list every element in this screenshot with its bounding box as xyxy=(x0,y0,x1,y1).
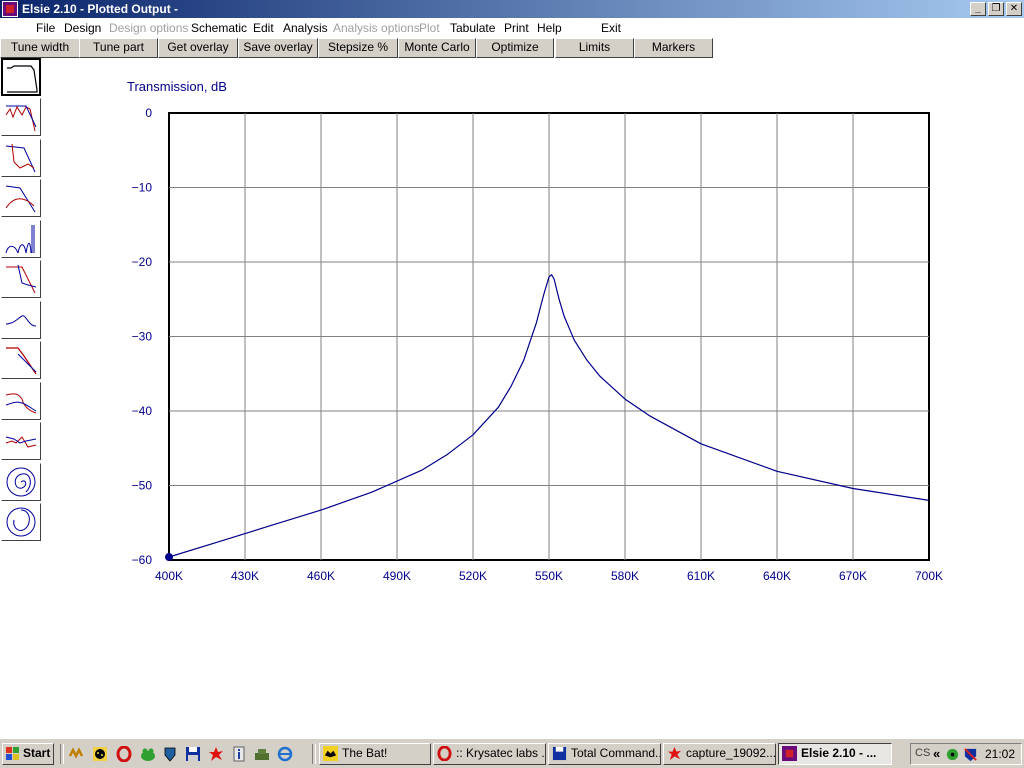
task-elsie[interactable]: Elsie 2.10 - ... xyxy=(778,743,892,765)
splash-icon[interactable] xyxy=(208,746,224,762)
task-total-commander[interactable]: Total Command... xyxy=(548,743,661,765)
task-capture[interactable]: capture_19092... xyxy=(663,743,776,765)
tray-expand-icon[interactable]: « xyxy=(933,746,940,761)
network-shield-icon[interactable] xyxy=(963,747,978,762)
floppy-icon xyxy=(552,746,567,761)
start-label: Start xyxy=(23,746,51,760)
task-label: capture_19092... xyxy=(686,746,776,760)
x-tick-label: 400K xyxy=(155,569,183,583)
task-label: Total Command... xyxy=(571,746,661,760)
x-tick-label: 580K xyxy=(611,569,639,583)
x-tick-label: 550K xyxy=(535,569,563,583)
virus-scanner-icon[interactable] xyxy=(945,747,960,762)
x-tick-label: 610K xyxy=(687,569,715,583)
y-tick-label: −40 xyxy=(132,404,153,418)
frog-icon[interactable] xyxy=(140,746,156,762)
taskbar-separator xyxy=(312,744,316,764)
thebat-icon xyxy=(323,746,338,761)
floppy-icon[interactable] xyxy=(185,746,201,762)
task-label: Elsie 2.10 - ... xyxy=(801,746,877,760)
task-thebat[interactable]: The Bat! xyxy=(319,743,431,765)
splash-icon xyxy=(667,746,682,761)
taskbar-separator xyxy=(60,744,64,764)
x-tick-label: 700K xyxy=(915,569,943,583)
marker-point[interactable] xyxy=(165,553,173,562)
y-tick-label: −20 xyxy=(132,255,153,269)
shield-icon[interactable] xyxy=(162,746,178,762)
chart-title: Transmission, dB xyxy=(127,79,227,94)
start-button[interactable]: Start xyxy=(2,743,54,765)
winamp-icon[interactable] xyxy=(69,746,85,762)
y-tick-label: −10 xyxy=(132,181,153,195)
x-tick-label: 520K xyxy=(459,569,487,583)
y-tick-label: 0 xyxy=(145,106,152,120)
ie-icon[interactable] xyxy=(277,746,293,762)
windows-logo-icon xyxy=(6,747,19,760)
transmission-chart: Transmission, dB 0 −10 −20 −30 −40 −50 −60 400… xyxy=(127,79,943,583)
info-icon[interactable] xyxy=(231,746,247,762)
opera-icon xyxy=(437,746,452,761)
tray-cs-label: CS xyxy=(915,747,931,759)
x-tick-label: 430K xyxy=(231,569,259,583)
x-tick-label: 490K xyxy=(383,569,411,583)
tank-icon[interactable] xyxy=(254,746,270,762)
task-label: :: Krysatec labs ... xyxy=(456,746,546,760)
y-tick-label: −30 xyxy=(132,330,153,344)
task-krysatec[interactable]: :: Krysatec labs ... xyxy=(433,743,546,765)
x-tick-label: 460K xyxy=(307,569,335,583)
chart-grid xyxy=(168,112,930,561)
x-tick-label: 670K xyxy=(839,569,867,583)
task-label: The Bat! xyxy=(342,746,388,760)
x-tick-labels: 400K 430K 460K 490K 520K 550K 580K 610K 640K 670K… xyxy=(155,569,943,583)
opera-icon[interactable] xyxy=(116,746,132,762)
taskbar: Start The Bat! :: Krysatec labs ... Tota… xyxy=(0,738,1024,768)
y-tick-label: −50 xyxy=(132,479,153,493)
system-tray: CS « 21:02 xyxy=(910,743,1022,765)
clock: 21:02 xyxy=(984,747,1015,761)
ladybug-icon[interactable] xyxy=(92,746,108,762)
y-tick-labels: 0 −10 −20 −30 −40 −50 −60 xyxy=(132,106,153,567)
y-tick-label: −60 xyxy=(132,553,153,567)
elsie-icon xyxy=(782,746,797,761)
x-tick-label: 640K xyxy=(763,569,791,583)
